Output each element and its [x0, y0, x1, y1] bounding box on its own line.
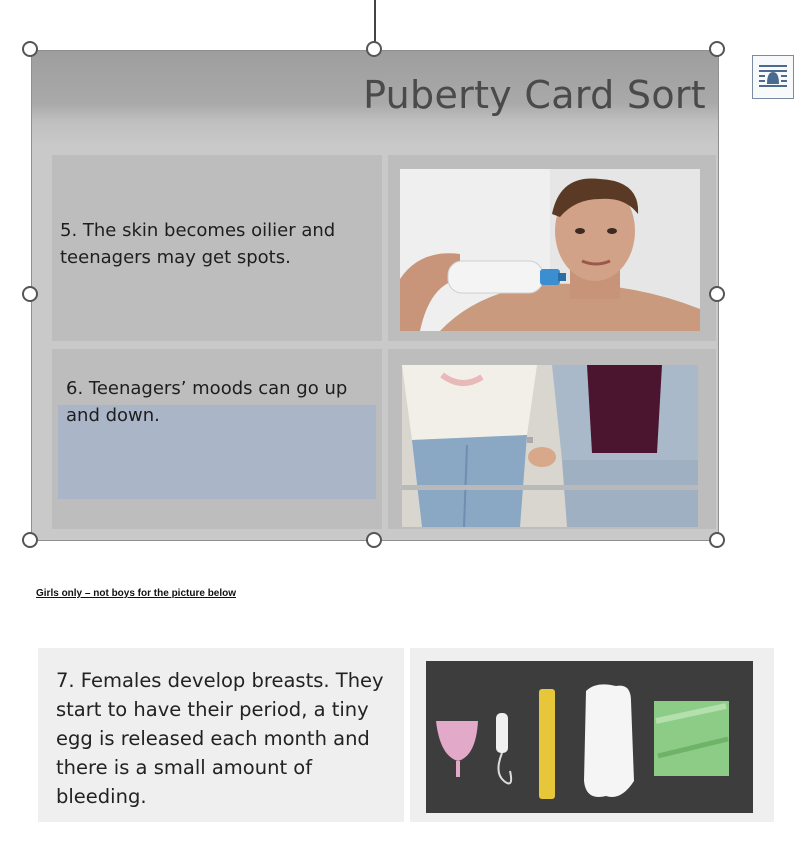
resize-handle-left[interactable]: [22, 286, 38, 302]
wrap-text-icon: [759, 65, 787, 87]
card-6-text: 6. Teenagers’ moods can go up and down.: [66, 378, 348, 426]
resize-handle-bottom-right[interactable]: [709, 532, 725, 548]
period-products-photo: [426, 661, 753, 813]
slide-header: Puberty Card Sort: [32, 51, 718, 146]
resize-handle-top-right[interactable]: [709, 41, 725, 57]
slide-title: Puberty Card Sort: [363, 73, 706, 117]
card-6-text-cell: 6. Teenagers’ moods can go up and down.: [52, 349, 382, 529]
teen-skincare-photo: [400, 169, 700, 331]
card-5-image-cell: [388, 155, 716, 341]
holding-hands-photo: [402, 365, 698, 527]
card-5-text: 5. The skin becomes oilier and teenagers…: [60, 220, 336, 268]
resize-handle-right[interactable]: [709, 286, 725, 302]
resize-handle-bottom[interactable]: [366, 532, 382, 548]
card-7-text: 7. Females develop breasts. They start t…: [56, 669, 384, 808]
resize-handle-top[interactable]: [366, 41, 382, 57]
resize-handle-bottom-left[interactable]: [22, 532, 38, 548]
card-divider: [404, 648, 410, 822]
card-5-text-cell: 5. The skin becomes oilier and teenagers…: [52, 155, 382, 341]
note-text: Girls only – not boys for the picture be…: [36, 588, 237, 599]
slide-image[interactable]: Puberty Card Sort 5. The skin becomes oi…: [31, 50, 719, 541]
resize-handle-top-left[interactable]: [22, 41, 38, 57]
layout-options-button[interactable]: [752, 55, 794, 99]
card-6-image-cell: [388, 349, 716, 529]
card-7: 7. Females develop breasts. They start t…: [38, 648, 774, 822]
